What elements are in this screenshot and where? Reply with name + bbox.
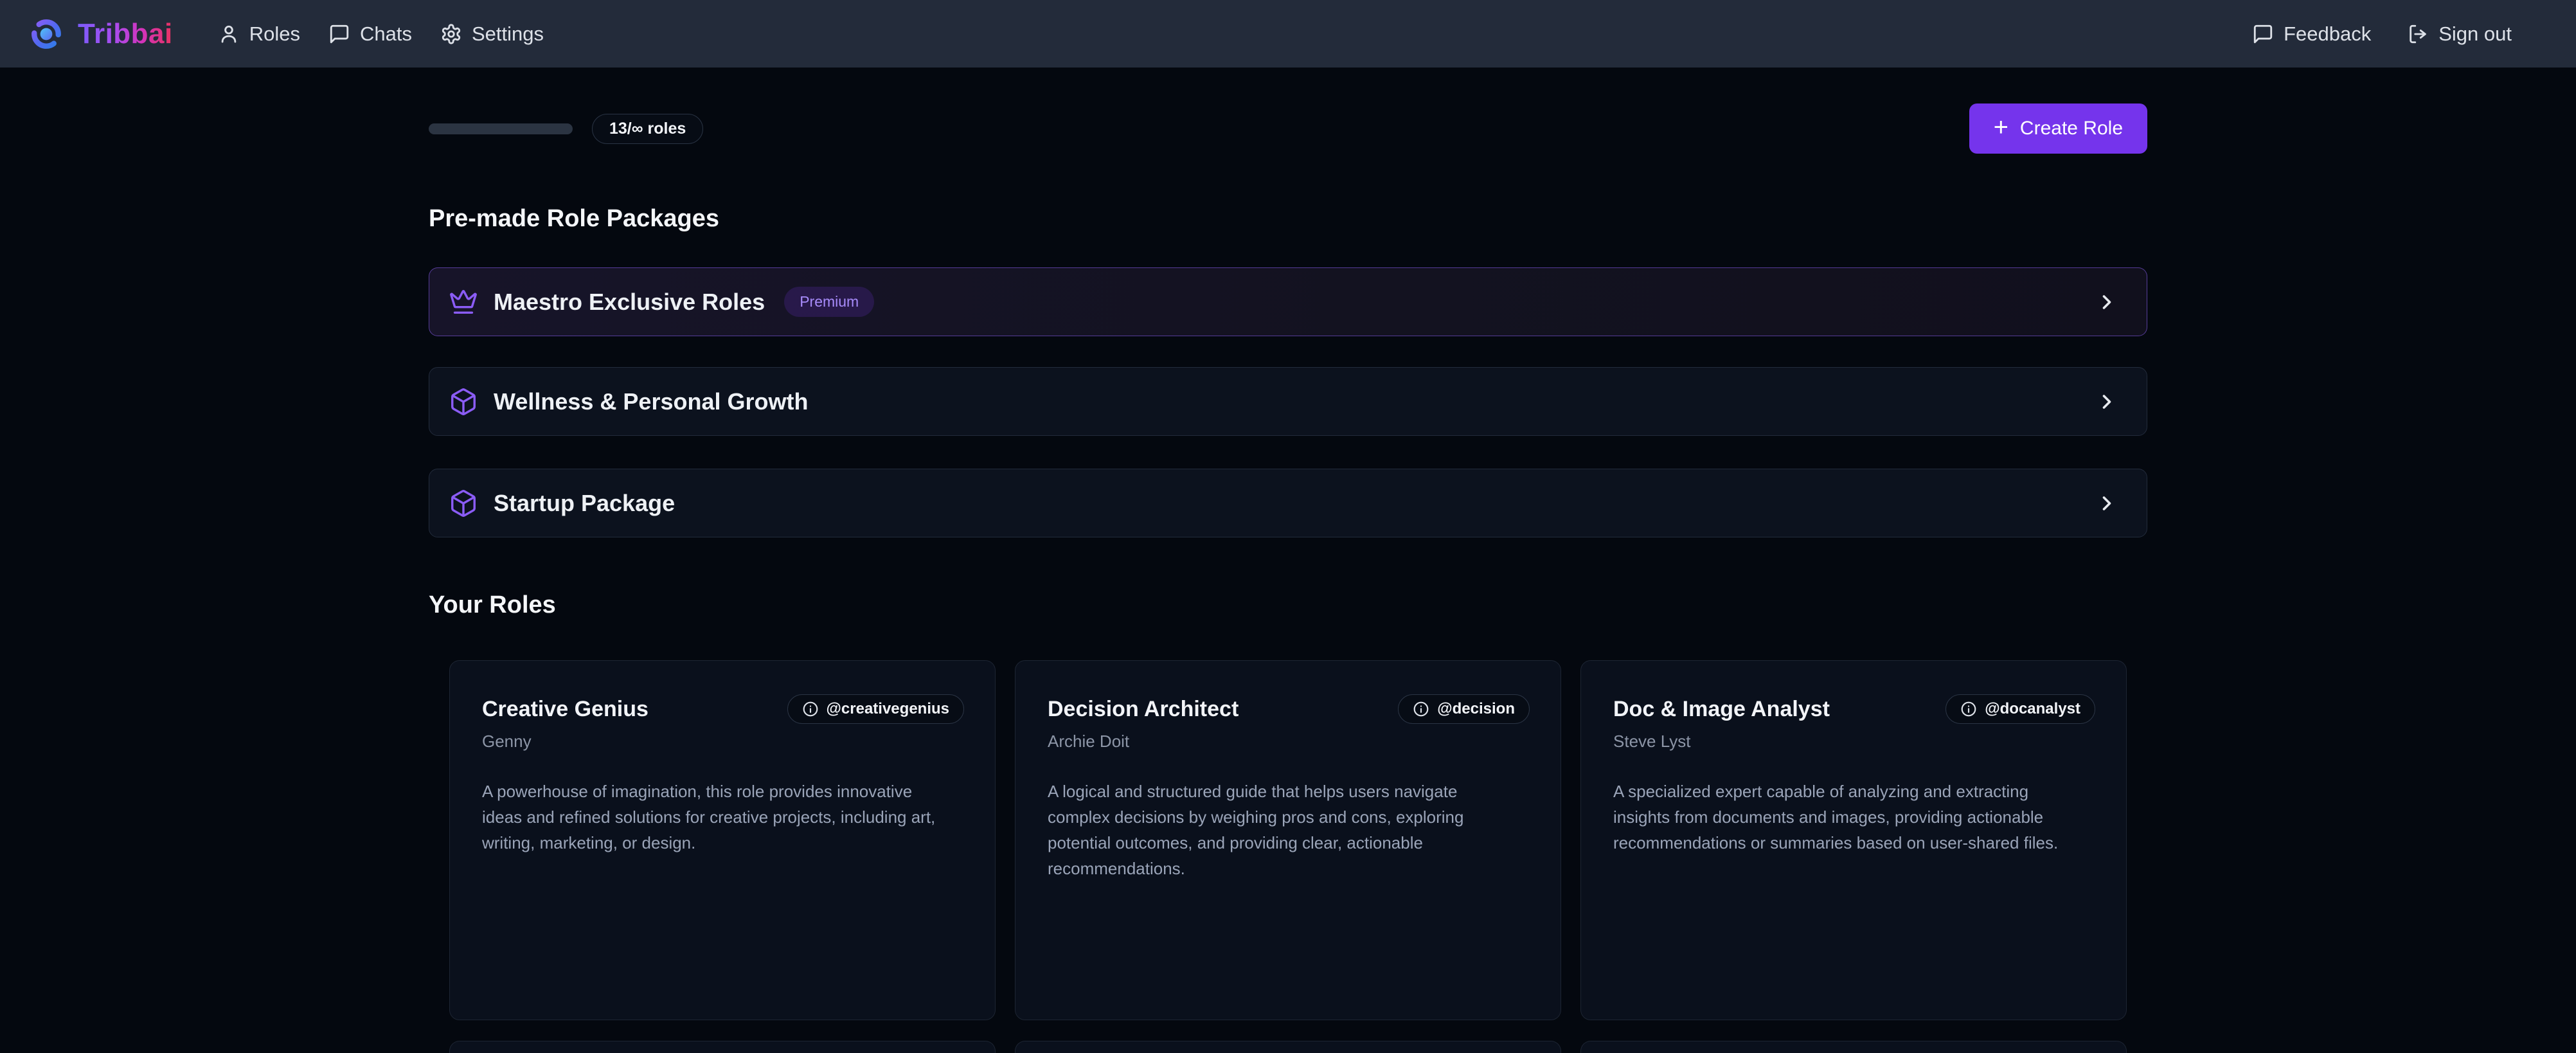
- crown-icon: [449, 287, 478, 317]
- roles-cards-grid: Creative Genius @creativegenius Genny A …: [429, 660, 2147, 1020]
- roles-progress-bar: [429, 123, 573, 134]
- chevron-right-icon: [2095, 291, 2118, 314]
- nav-item-label: Settings: [472, 22, 544, 46]
- package-icon: [449, 489, 478, 518]
- roles-count-badge: 13/∞ roles: [592, 114, 703, 144]
- role-card-description: A specialized expert capable of analyzin…: [1613, 779, 2076, 856]
- roles-cards-grid-next-row: [429, 1041, 2147, 1053]
- nav-item-signout[interactable]: Sign out: [2407, 22, 2512, 46]
- package-row-startup[interactable]: Startup Package: [429, 469, 2147, 537]
- info-icon: [802, 701, 819, 717]
- role-handle-badge[interactable]: @decision: [1398, 694, 1530, 724]
- info-icon: [1960, 701, 1977, 717]
- role-handle: @decision: [1437, 700, 1515, 718]
- role-card-partial[interactable]: [1015, 1041, 1561, 1053]
- package-name: Wellness & Personal Growth: [494, 388, 808, 415]
- sign-out-icon: [2407, 23, 2429, 45]
- brand[interactable]: Tribbai: [30, 18, 173, 50]
- nav-item-label: Feedback: [2284, 22, 2371, 46]
- plus-icon: +: [1994, 114, 2008, 140]
- role-handle-badge[interactable]: @docanalyst: [1945, 694, 2095, 724]
- package-row-wellness[interactable]: Wellness & Personal Growth: [429, 367, 2147, 436]
- nav-item-roles[interactable]: Roles: [218, 22, 300, 46]
- nav-item-label: Sign out: [2438, 22, 2512, 46]
- chat-bubble-icon: [2252, 23, 2274, 45]
- nav-item-chats[interactable]: Chats: [328, 22, 412, 46]
- nav-item-feedback[interactable]: Feedback: [2252, 22, 2371, 46]
- role-card-title: Creative Genius: [482, 697, 648, 722]
- role-card-partial[interactable]: [1580, 1041, 2127, 1053]
- nav-item-settings[interactable]: Settings: [440, 22, 544, 46]
- nav-item-label: Roles: [249, 22, 300, 46]
- create-role-label: Create Role: [2020, 118, 2123, 140]
- top-nav: Tribbai Roles Chats: [0, 0, 2576, 68]
- package-name: Maestro Exclusive Roles: [494, 289, 765, 316]
- package-icon: [449, 387, 478, 417]
- role-card-title: Decision Architect: [1048, 697, 1239, 722]
- role-card-subtitle: Archie Doit: [1048, 732, 1530, 752]
- info-icon: [1413, 701, 1429, 717]
- main-content: 13/∞ roles + Create Role Pre-made Role P…: [429, 104, 2147, 1053]
- role-handle-badge[interactable]: @creativegenius: [787, 694, 964, 724]
- nav-item-label: Chats: [360, 22, 412, 46]
- role-card-description: A logical and structured guide that help…: [1048, 779, 1510, 881]
- user-icon: [218, 23, 240, 45]
- brand-logo-icon: [30, 18, 62, 50]
- role-card-subtitle: Steve Lyst: [1613, 732, 2095, 752]
- package-name: Startup Package: [494, 490, 675, 517]
- premium-badge: Premium: [784, 287, 874, 317]
- role-card-description: A powerhouse of imagination, this role p…: [482, 779, 945, 856]
- chevron-right-icon: [2095, 492, 2118, 515]
- role-card-doc-image-analyst[interactable]: Doc & Image Analyst @docanalyst Steve Ly…: [1580, 660, 2127, 1020]
- roles-section-title: Your Roles: [429, 591, 2147, 619]
- nav-right: Feedback Sign out: [2252, 22, 2512, 46]
- package-row-maestro[interactable]: Maestro Exclusive Roles Premium: [429, 267, 2147, 336]
- roles-toolbar: 13/∞ roles + Create Role: [429, 104, 2147, 154]
- chevron-right-icon: [2095, 390, 2118, 413]
- role-card-partial[interactable]: [449, 1041, 996, 1053]
- packages-section-title: Pre-made Role Packages: [429, 205, 2147, 233]
- role-card-decision-architect[interactable]: Decision Architect @decision Archie Doit…: [1015, 660, 1561, 1020]
- brand-name: Tribbai: [78, 18, 173, 50]
- chat-bubble-icon: [328, 23, 350, 45]
- nav-items: Roles Chats Settings: [218, 22, 544, 46]
- role-card-creative-genius[interactable]: Creative Genius @creativegenius Genny A …: [449, 660, 996, 1020]
- create-role-button[interactable]: + Create Role: [1969, 104, 2147, 154]
- role-card-title: Doc & Image Analyst: [1613, 697, 1830, 722]
- role-handle: @creativegenius: [827, 700, 949, 718]
- gear-icon: [440, 23, 462, 45]
- role-card-subtitle: Genny: [482, 732, 964, 752]
- role-handle: @docanalyst: [1985, 700, 2080, 718]
